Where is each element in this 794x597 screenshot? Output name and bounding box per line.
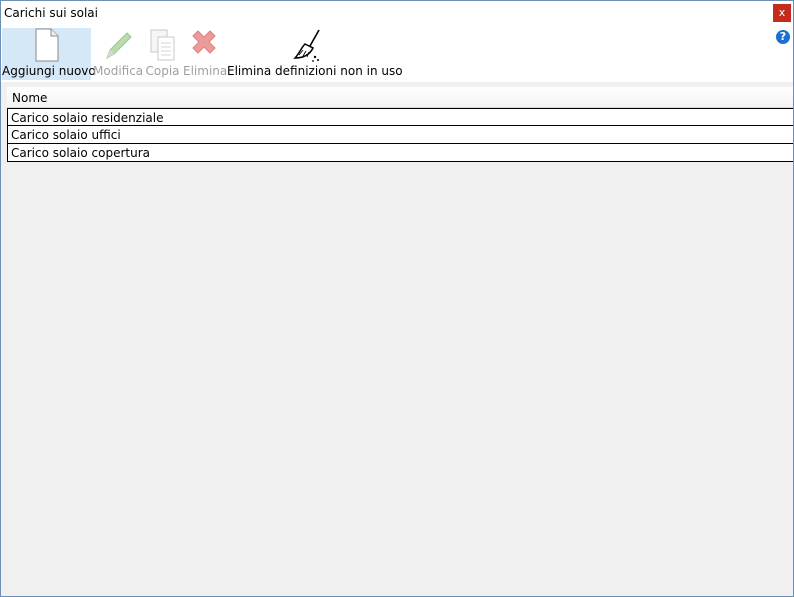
column-header-label: Nome: [12, 91, 48, 105]
title-bar: Carichi sui solai x: [1, 1, 793, 26]
add-new-button[interactable]: Aggiungi nuovo: [2, 28, 96, 80]
table-row[interactable]: Carico solaio residenziale: [7, 108, 793, 126]
delete-label: Elimina: [183, 64, 228, 78]
table-row[interactable]: Carico solaio copertura: [7, 144, 793, 162]
items-grid: Nome Carico solaio residenziale Carico s…: [7, 87, 793, 162]
new-document-icon: [34, 28, 60, 65]
edit-label: Modifica: [93, 64, 144, 78]
table-row[interactable]: Carico solaio uffici: [7, 126, 793, 144]
broom-icon: [289, 28, 325, 67]
pencil-icon: [101, 28, 135, 65]
delete-button[interactable]: Elimina: [183, 28, 228, 80]
copy-icon: [149, 28, 177, 65]
help-icon[interactable]: ?: [776, 30, 790, 44]
copy-label: Copia: [145, 64, 180, 78]
toolbar: Aggiungi nuovo Modifica Copia Elimina El…: [1, 26, 793, 82]
window-title: Carichi sui solai: [4, 6, 98, 20]
close-button[interactable]: x: [773, 4, 791, 22]
delete-x-icon: [188, 28, 220, 65]
row-name: Carico solaio residenziale: [11, 111, 164, 125]
dialog-window: Carichi sui solai x Aggiungi nuovo Modif…: [0, 0, 794, 597]
delete-unused-button[interactable]: Elimina definizioni non in uso: [227, 28, 403, 80]
row-name: Carico solaio copertura: [11, 146, 150, 160]
copy-button[interactable]: Copia: [145, 28, 180, 80]
add-new-label: Aggiungi nuovo: [2, 64, 96, 78]
column-header-name[interactable]: Nome: [7, 87, 793, 108]
delete-unused-label: Elimina definizioni non in uso: [227, 64, 403, 78]
edit-button[interactable]: Modifica: [93, 28, 143, 80]
row-name: Carico solaio uffici: [11, 128, 121, 142]
